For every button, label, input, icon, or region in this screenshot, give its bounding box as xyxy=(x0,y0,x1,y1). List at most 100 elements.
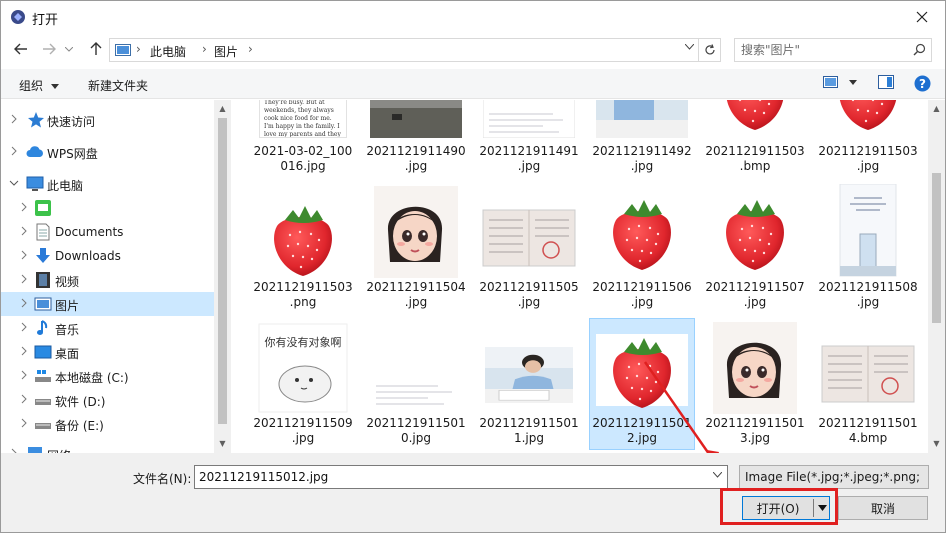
open-file-dialog: 打开 › 此电脑 › 图片 › 搜索"图片" 组织 新建文件夹 ? 快速访问 W… xyxy=(0,0,946,533)
address-bar[interactable]: › 此电脑 › 图片 › xyxy=(109,38,699,62)
window-title: 打开 xyxy=(32,13,59,28)
desktop-icon xyxy=(34,345,52,359)
help-icon: ? xyxy=(914,75,931,92)
navigation-pane: 快速访问 WPS网盘 此电脑 Documents Downloads 视频 图片… xyxy=(1,100,231,453)
recent-locations-button[interactable] xyxy=(59,39,79,59)
sidebar-item-downloads[interactable]: Downloads xyxy=(1,244,214,268)
music-note-icon xyxy=(37,320,48,335)
scroll-down-arrow-icon[interactable]: ▼ xyxy=(217,438,228,449)
breadcrumb-separator: › xyxy=(248,42,253,56)
new-folder-button[interactable]: 新建文件夹 xyxy=(88,77,148,94)
sidebar-item-drive-d[interactable]: 软件 (D:) xyxy=(1,388,214,412)
sidebar-item-label: 本地磁盘 (C:) xyxy=(55,371,129,385)
file-type-select[interactable]: Image File(*.jpg;*.jpeg;*.png; xyxy=(739,465,929,489)
chevron-right-icon xyxy=(21,274,27,284)
chevron-right-icon xyxy=(21,226,27,236)
download-arrow-icon xyxy=(36,248,50,263)
organize-menu[interactable]: 组织 xyxy=(19,77,59,94)
chevron-down-icon xyxy=(65,46,73,52)
help-button[interactable]: ? xyxy=(914,75,931,95)
file-type-label: Image File(*.jpg;*.jpeg;*.png; xyxy=(745,470,921,484)
close-icon xyxy=(916,11,928,23)
preview-pane-button[interactable] xyxy=(878,75,894,92)
navigation-pane-scrollbar[interactable]: ▲ ▼ xyxy=(214,100,231,453)
file-list-scrollbar[interactable]: ▲ ▼ xyxy=(928,100,945,453)
sidebar-item-videos[interactable]: 视频 xyxy=(1,268,214,292)
chevron-right-icon xyxy=(21,298,27,308)
chevron-right-icon xyxy=(21,394,27,404)
computer-icon xyxy=(26,176,44,191)
sidebar-item-label: 此电脑 xyxy=(47,179,84,193)
back-button[interactable] xyxy=(11,39,31,59)
view-options-button[interactable] xyxy=(823,75,857,92)
chevron-down-icon[interactable] xyxy=(685,44,694,50)
sidebar-item-drive-c[interactable]: 本地磁盘 (C:) xyxy=(1,364,214,388)
command-toolbar: 组织 新建文件夹 ? xyxy=(1,69,945,99)
search-box[interactable] xyxy=(734,38,932,62)
drive-icon xyxy=(35,423,51,429)
pictures-folder-icon xyxy=(115,44,131,56)
sidebar-item-label: 桌面 xyxy=(55,347,80,361)
svg-text:?: ? xyxy=(919,77,926,91)
sidebar-item-documents[interactable]: Documents xyxy=(1,220,214,244)
search-input[interactable] xyxy=(735,39,905,61)
forward-button[interactable] xyxy=(39,39,59,59)
up-button[interactable] xyxy=(86,39,106,59)
chevron-right-icon xyxy=(21,202,27,212)
sidebar-item-label: 音乐 xyxy=(55,323,80,337)
cancel-button[interactable]: 取消 xyxy=(838,496,928,520)
breadcrumb-pictures[interactable]: 图片 xyxy=(214,43,238,60)
sidebar-item-label: Downloads xyxy=(55,249,121,263)
sidebar-item-app-folder[interactable] xyxy=(1,196,214,220)
navigation-bar: › 此电脑 › 图片 › xyxy=(1,33,945,65)
chevron-right-icon xyxy=(21,322,27,332)
sidebar-item-network[interactable]: 网络 xyxy=(1,442,214,453)
arrow-up-icon xyxy=(90,42,102,55)
caret-down-icon xyxy=(848,80,857,85)
refresh-icon xyxy=(704,44,715,55)
system-drive-icon xyxy=(35,370,51,382)
sidebar-item-label: 快速访问 xyxy=(47,115,96,129)
view-icon xyxy=(823,76,838,88)
filename-combobox[interactable] xyxy=(194,465,728,489)
sidebar-item-label: Documents xyxy=(55,225,124,239)
caret-down-icon xyxy=(50,84,59,89)
chevron-down-icon[interactable] xyxy=(713,472,722,478)
app-icon xyxy=(11,10,25,24)
organize-label: 组织 xyxy=(19,79,44,93)
cloud-icon xyxy=(26,146,43,157)
breadcrumb-separator: › xyxy=(136,42,141,56)
chevron-right-icon xyxy=(21,418,27,428)
chevron-right-icon xyxy=(21,370,27,380)
app-folder-icon xyxy=(35,200,51,216)
sidebar-item-music[interactable]: 音乐 xyxy=(1,316,214,340)
chevron-right-icon xyxy=(21,250,27,260)
sidebar-item-this-pc[interactable]: 此电脑 xyxy=(1,172,214,196)
chevron-right-icon xyxy=(11,114,17,124)
sidebar-item-quick-access[interactable]: 快速访问 xyxy=(1,108,214,132)
drive-icon xyxy=(35,399,51,405)
filename-input[interactable] xyxy=(195,466,695,488)
breadcrumb-this-pc[interactable]: 此电脑 xyxy=(150,43,186,60)
refresh-button[interactable] xyxy=(699,38,721,62)
sidebar-item-pictures[interactable]: 图片 xyxy=(1,292,214,316)
close-button[interactable] xyxy=(899,1,945,33)
sidebar-item-label: 视频 xyxy=(55,275,80,289)
breadcrumb-separator: › xyxy=(202,42,207,56)
scroll-up-arrow-icon[interactable]: ▲ xyxy=(217,103,228,114)
annotation-highlight-box xyxy=(720,488,838,525)
scroll-up-arrow-icon[interactable]: ▲ xyxy=(931,103,942,114)
sidebar-item-wps-drive[interactable]: WPS网盘 xyxy=(1,140,214,164)
chevron-down-icon xyxy=(9,180,19,186)
annotation-arrow xyxy=(643,361,719,453)
star-icon xyxy=(28,112,44,128)
scrollbar-thumb[interactable] xyxy=(932,173,941,323)
scrollbar-thumb[interactable] xyxy=(218,118,227,424)
scroll-down-arrow-icon[interactable]: ▼ xyxy=(931,438,942,449)
chevron-right-icon xyxy=(11,146,17,156)
pictures-icon xyxy=(34,297,52,311)
chevron-right-icon xyxy=(21,346,27,356)
sidebar-item-desktop[interactable]: 桌面 xyxy=(1,340,214,364)
sidebar-item-drive-e[interactable]: 备份 (E:) xyxy=(1,412,214,436)
filename-label: 文件名(N): xyxy=(133,472,192,486)
